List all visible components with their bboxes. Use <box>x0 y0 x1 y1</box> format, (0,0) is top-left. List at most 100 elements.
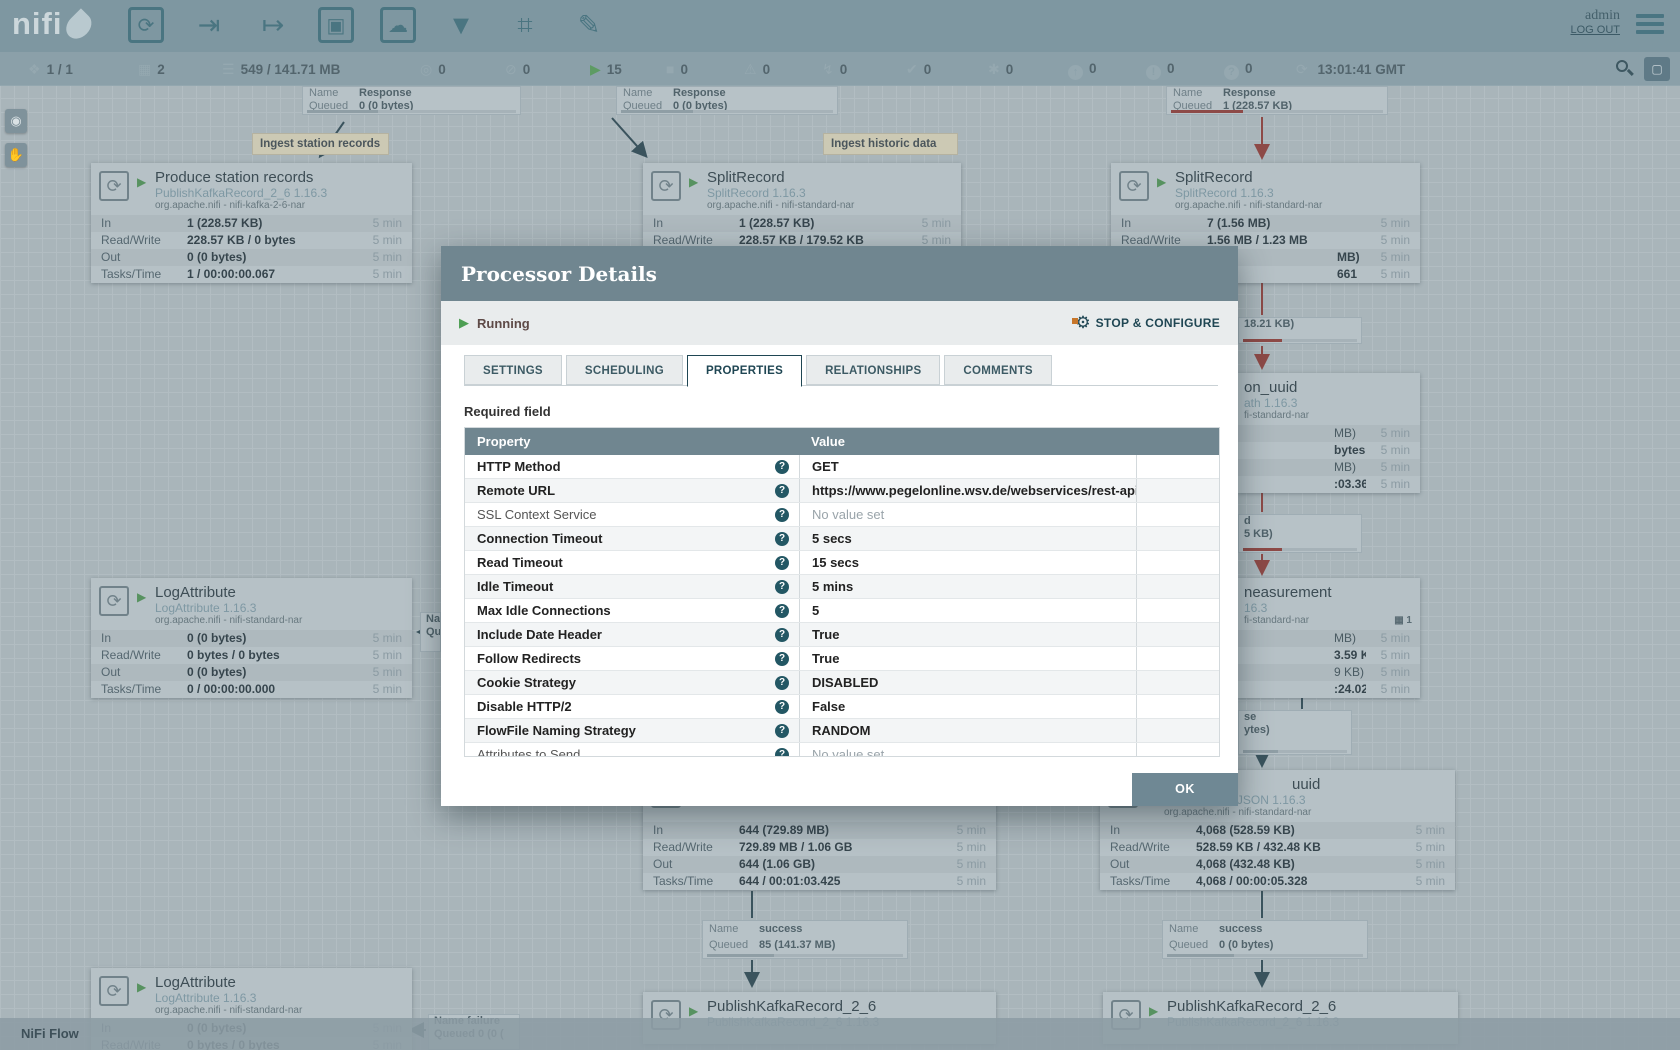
processor-stat-row: bytes 5 min <box>1238 442 1420 459</box>
breadcrumb[interactable]: NiFi Flow <box>0 1018 1680 1050</box>
canvas-label[interactable]: Ingest station records <box>252 133 389 155</box>
canvas-label[interactable]: Ingest historic data <box>823 133 958 155</box>
help-icon[interactable]: ? <box>775 508 789 522</box>
connection-label-l8[interactable]: seytes) <box>1238 710 1352 755</box>
connection-label-l4[interactable]: NamesuccessQueued85 (141.37 MB) <box>702 920 908 959</box>
connection-label-l2[interactable]: NameResponseQueued0 (0 bytes) <box>616 86 838 115</box>
processor-produce[interactable]: ⟳ ▶Produce station records PublishKafkaR… <box>91 163 412 283</box>
queued-icon: ☰ <box>222 61 235 77</box>
remote-process-group-icon[interactable]: ☁ <box>380 7 416 43</box>
disabled-components-icon: ↯ <box>822 61 834 77</box>
processor-name: neasurement <box>1244 584 1412 601</box>
help-icon[interactable]: ? <box>775 652 789 666</box>
connection-label-l3[interactable]: NameResponseQueued1 (228.57 KB) <box>1166 86 1388 115</box>
status-running-components: ▶ 15 <box>590 52 622 86</box>
process-group-icon[interactable]: ▣ <box>318 7 354 43</box>
processor-name: SplitRecord <box>707 169 953 186</box>
transmitting-remote-groups-icon: ◎ <box>420 61 432 77</box>
crosshair-palette-icon[interactable]: ◉ <box>5 109 27 133</box>
cluster-indicator: ▦ 1 <box>1394 615 1412 626</box>
ok-button[interactable]: OK <box>1132 773 1238 806</box>
property-name: SSL Context Service <box>477 503 775 527</box>
processor-onuuid[interactable]: on_uuid ath 1.16.3 fi-standard-nar MB) 5… <box>1238 373 1420 493</box>
up-to-date-versioned-count: 0 <box>924 62 932 77</box>
tab-comments[interactable]: COMMENTS <box>944 355 1051 385</box>
connection-label-l7[interactable]: d5 KB) <box>1238 514 1362 553</box>
bulletin-panel-button[interactable]: ▢ <box>1644 57 1670 81</box>
dialog-tabs: SETTINGSSCHEDULINGPROPERTIESRELATIONSHIP… <box>464 355 1218 386</box>
output-port-icon[interactable]: ↦ <box>254 6 292 44</box>
property-name: Cookie Strategy <box>477 671 775 695</box>
tab-settings[interactable]: SETTINGS <box>464 355 562 385</box>
processor-stat-row: Out 644 (1.06 GB) 5 min <box>643 856 996 873</box>
last-refresh[interactable]: ⟳ 13:01:41 GMT <box>1296 52 1405 86</box>
funnel-icon[interactable]: ▼ <box>442 6 480 44</box>
status-sync-failure-versioned: ?0 <box>1224 52 1253 86</box>
tab-properties[interactable]: PROPERTIES <box>687 355 802 387</box>
processor-icon[interactable]: ⟳ <box>128 7 164 43</box>
refresh-icon[interactable]: ⟳ <box>1296 61 1308 77</box>
processor-details-dialog: Processor Details ▶ Running ⚙ STOP & CON… <box>441 246 1238 806</box>
status-locally-modified-stale-versioned: !0 <box>1146 52 1175 86</box>
status-stale-versioned: ↑0 <box>1068 52 1097 86</box>
connected-nodes-icon: ❖ <box>28 61 41 77</box>
invalid-components-icon: ⚠ <box>744 61 757 77</box>
property-value: DISABLED <box>799 671 1136 694</box>
processor-bundle: org.apache.nifi - nifi-standard-nar <box>155 615 404 626</box>
hand-palette-icon[interactable]: ✋ <box>5 143 27 167</box>
help-icon[interactable]: ? <box>775 628 789 642</box>
help-icon[interactable]: ? <box>775 724 789 738</box>
running-components-count: 15 <box>607 62 622 77</box>
template-icon[interactable]: ⌗ <box>506 6 544 44</box>
run-status-icon: ▶ <box>137 590 146 604</box>
label-icon[interactable]: ✎ <box>570 6 608 44</box>
tab-relationships[interactable]: RELATIONSHIPS <box>806 355 940 385</box>
processor-type: LogAttribute 1.16.3 <box>155 601 404 615</box>
connection-label-l5[interactable]: NamesuccessQueued0 (0 bytes) <box>1162 920 1368 959</box>
processor-logattr1[interactable]: ⟳ ▶LogAttribute LogAttribute 1.16.3 org.… <box>91 578 412 698</box>
run-status-icon: ▶ <box>1149 1004 1158 1018</box>
property-value: 5 secs <box>799 527 1136 550</box>
connection-label-naqu[interactable]: NaQu <box>420 612 441 652</box>
property-value: GET <box>799 455 1136 478</box>
processor-bundle: org.apache.nifi - nifi-standard-nar <box>707 200 953 211</box>
help-icon[interactable]: ? <box>775 532 789 546</box>
stale-versioned-count: 0 <box>1089 61 1097 76</box>
connection-label-l1[interactable]: NameResponseQueued0 (0 bytes) <box>302 86 521 115</box>
running-components-icon: ▶ <box>590 61 601 77</box>
property-row: Remote URL ? https://www.pegelonline.wsv… <box>465 479 1219 503</box>
tab-scheduling[interactable]: SCHEDULING <box>566 355 683 385</box>
property-column-header: Property <box>465 428 799 455</box>
disabled-components-count: 0 <box>840 62 848 77</box>
search-button[interactable] <box>1616 60 1634 78</box>
sync-failure-versioned-icon: ? <box>1224 65 1239 80</box>
processor-stat-row: MB) 5 min <box>1238 630 1420 647</box>
processor-name: PublishKafkaRecord_2_6 <box>1167 998 1450 1015</box>
processor-type: 16.3 <box>1244 601 1412 615</box>
locally-modified-stale-versioned-count: 0 <box>1167 61 1175 76</box>
input-port-icon[interactable]: ⇥ <box>190 6 228 44</box>
help-icon[interactable]: ? <box>775 460 789 474</box>
status-stopped-components: ■0 <box>666 52 688 86</box>
run-status-icon: ▶ <box>689 175 698 189</box>
status-locally-modified-versioned: ✱0 <box>988 52 1013 86</box>
connection-label-l6[interactable]: 18.21 KB) <box>1238 317 1362 344</box>
stop-and-configure-button[interactable]: ⚙ STOP & CONFIGURE <box>1075 313 1220 333</box>
help-icon[interactable]: ? <box>775 580 789 594</box>
help-icon[interactable]: ? <box>775 604 789 618</box>
logout-link[interactable]: LOG OUT <box>1570 24 1620 36</box>
property-value: True <box>799 647 1136 670</box>
help-icon[interactable]: ? <box>775 748 789 758</box>
value-column-header: Value <box>799 428 1136 455</box>
property-value: 5 <box>799 599 1136 622</box>
help-icon[interactable]: ? <box>775 700 789 714</box>
processor-stat-row: Read/Write 228.57 KB / 0 bytes 5 min <box>91 232 412 249</box>
help-icon[interactable]: ? <box>775 484 789 498</box>
global-menu-icon[interactable] <box>1636 14 1664 34</box>
breadcrumb-root[interactable]: NiFi Flow <box>21 1026 79 1041</box>
processor-measurement[interactable]: neasurement 16.3 fi-standard-nar ▦ 1 MB)… <box>1238 578 1420 698</box>
help-icon[interactable]: ? <box>775 676 789 690</box>
help-icon[interactable]: ? <box>775 556 789 570</box>
processor-stat-row: In 1 (228.57 KB) 5 min <box>643 215 961 232</box>
processor-type-icon: ⟳ <box>1119 171 1149 201</box>
